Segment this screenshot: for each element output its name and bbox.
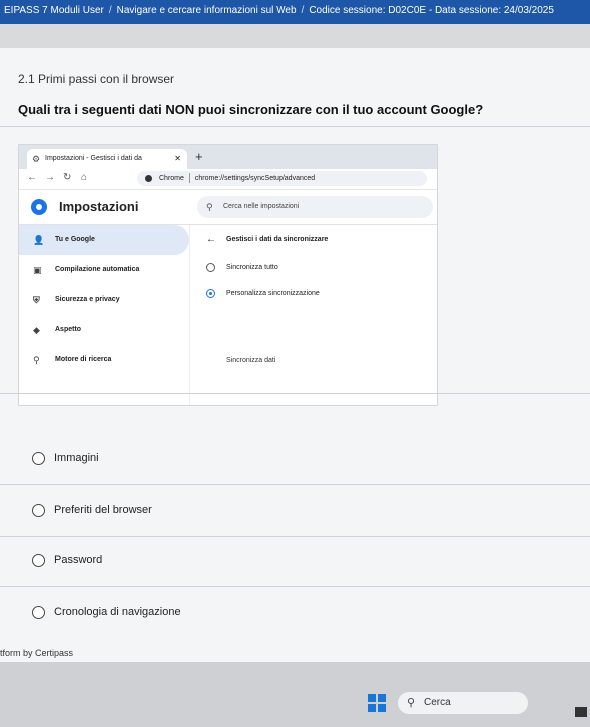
topic-name: Navigare e cercare informazioni sul Web bbox=[116, 5, 297, 16]
sidebar-item-label: Tu e Google bbox=[55, 236, 95, 243]
person-icon: 👤 bbox=[33, 235, 45, 245]
breadcrumb-separator: / bbox=[301, 5, 305, 16]
answer-label: Password bbox=[54, 554, 103, 566]
address-bar-row: ← → ↻ ⌂ Chrome chrome://settings/syncSetu… bbox=[19, 169, 437, 190]
tab-title: Impostazioni - Gestisci i dati da bbox=[45, 155, 142, 162]
divider bbox=[0, 586, 590, 587]
taskbar-search-label: Cerca bbox=[424, 697, 451, 708]
back-arrow-icon: ← bbox=[206, 234, 216, 245]
autofill-icon: ▣ bbox=[33, 265, 42, 275]
header-spacer bbox=[0, 24, 590, 48]
panel-title: Gestisci i dati da sincronizzare bbox=[226, 236, 329, 243]
sidebar-item-label: Compilazione automatica bbox=[55, 266, 140, 273]
radio-selected-icon bbox=[206, 289, 215, 298]
search-icon: ⚲ bbox=[206, 202, 213, 212]
back-arrow-icon: ← bbox=[27, 172, 37, 183]
omnibox: Chrome chrome://settings/syncSetup/advanc… bbox=[137, 171, 427, 186]
section-title: 2.1 Primi passi con il browser bbox=[18, 72, 175, 86]
answer-label: Immagini bbox=[54, 452, 99, 464]
taskbar-app-icon[interactable] bbox=[575, 707, 587, 717]
question-text: Quali tra i seguenti dati NON puoi sincr… bbox=[18, 102, 484, 117]
divider bbox=[0, 536, 590, 537]
sync-settings-panel: ← Gestisci i dati da sincronizzare Sincr… bbox=[189, 225, 437, 405]
answer-option-passwords[interactable]: Password bbox=[32, 548, 552, 572]
gear-icon: ⚙ bbox=[32, 154, 41, 164]
breadcrumb-separator: / bbox=[108, 5, 112, 16]
sidebar-item-you-and-google: 👤 Tu e Google bbox=[19, 225, 189, 255]
answer-option-history[interactable]: Cronologia di navigazione bbox=[32, 600, 552, 624]
radio-icon bbox=[206, 263, 215, 272]
platform-footer: tform by Certipass bbox=[0, 648, 74, 658]
sidebar-item-label: Sicurezza e privacy bbox=[55, 296, 120, 303]
browser-screenshot-image: ⚙ Impostazioni - Gestisci i dati da ✕ + … bbox=[18, 144, 438, 406]
option-label: Personalizza sincronizzazione bbox=[226, 290, 320, 297]
radio-button[interactable] bbox=[32, 504, 45, 517]
chrome-settings-logo-icon bbox=[31, 199, 47, 215]
sidebar-item-appearance: ◆ Aspetto bbox=[19, 315, 189, 345]
shield-icon: ⛨ bbox=[33, 295, 40, 305]
new-tab-icon: + bbox=[195, 149, 203, 164]
radio-button[interactable] bbox=[32, 452, 45, 465]
sidebar-item-label: Motore di ricerca bbox=[55, 356, 112, 363]
sync-all-option: Sincronizza tutto bbox=[190, 255, 437, 281]
settings-title: Impostazioni bbox=[59, 199, 139, 214]
settings-header: Impostazioni ⚲ Cerca nelle impostazioni bbox=[19, 190, 437, 225]
search-icon: ⚲ bbox=[407, 697, 416, 709]
divider bbox=[0, 393, 590, 394]
windows-start-icon[interactable] bbox=[368, 694, 386, 712]
url-text: chrome://settings/syncSetup/advanced bbox=[194, 175, 316, 182]
divider bbox=[0, 126, 590, 127]
close-icon: ✕ bbox=[174, 154, 181, 163]
chrome-label: Chrome bbox=[159, 175, 184, 182]
radio-button[interactable] bbox=[32, 606, 45, 619]
exam-header-bar: EIPASS 7 Moduli User / Navigare e cercare … bbox=[0, 0, 590, 24]
sidebar-item-autofill: ▣ Compilazione automatica bbox=[19, 255, 189, 285]
browser-tab: ⚙ Impostazioni - Gestisci i dati da ✕ bbox=[27, 149, 187, 169]
chrome-icon bbox=[145, 175, 152, 182]
answer-label: Preferiti del browser bbox=[54, 504, 152, 516]
palette-icon: ◆ bbox=[33, 325, 40, 335]
settings-search-box: ⚲ Cerca nelle impostazioni bbox=[197, 196, 433, 218]
home-icon: ⌂ bbox=[81, 172, 88, 183]
question-area: 2.1 Primi passi con il browser Quali tra… bbox=[0, 48, 590, 662]
module-name: EIPASS 7 Moduli User bbox=[4, 5, 104, 16]
reload-icon: ↻ bbox=[63, 172, 72, 183]
taskbar-search[interactable]: ⚲ Cerca bbox=[398, 692, 528, 714]
sidebar-item-security: ⛨ Sicurezza e privacy bbox=[19, 285, 189, 315]
os-taskbar: ⚲ Cerca bbox=[0, 662, 590, 727]
customize-sync-option: Personalizza sincronizzazione bbox=[190, 281, 437, 307]
settings-sidebar: 👤 Tu e Google ▣ Compilazione automatica … bbox=[19, 225, 189, 405]
sidebar-item-search-engine: ⚲ Motore di ricerca bbox=[19, 345, 189, 375]
radio-button[interactable] bbox=[32, 554, 45, 567]
answer-label: Cronologia di navigazione bbox=[54, 606, 181, 618]
forward-arrow-icon: → bbox=[45, 172, 55, 183]
option-label: Sincronizza tutto bbox=[226, 264, 278, 271]
divider bbox=[0, 484, 590, 485]
browser-tab-strip: ⚙ Impostazioni - Gestisci i dati da ✕ + bbox=[19, 145, 437, 169]
panel-header: ← Gestisci i dati da sincronizzare bbox=[190, 225, 437, 255]
answer-option-images[interactable]: Immagini bbox=[32, 446, 552, 470]
search-icon: ⚲ bbox=[33, 355, 40, 365]
sync-data-heading: Sincronizza dati bbox=[226, 357, 276, 364]
sidebar-item-label: Aspetto bbox=[55, 326, 82, 333]
search-placeholder: Cerca nelle impostazioni bbox=[223, 203, 300, 210]
session-info: Codice sessione: D02C0E - Data sessione:… bbox=[309, 5, 554, 16]
answer-option-bookmarks[interactable]: Preferiti del browser bbox=[32, 498, 552, 522]
